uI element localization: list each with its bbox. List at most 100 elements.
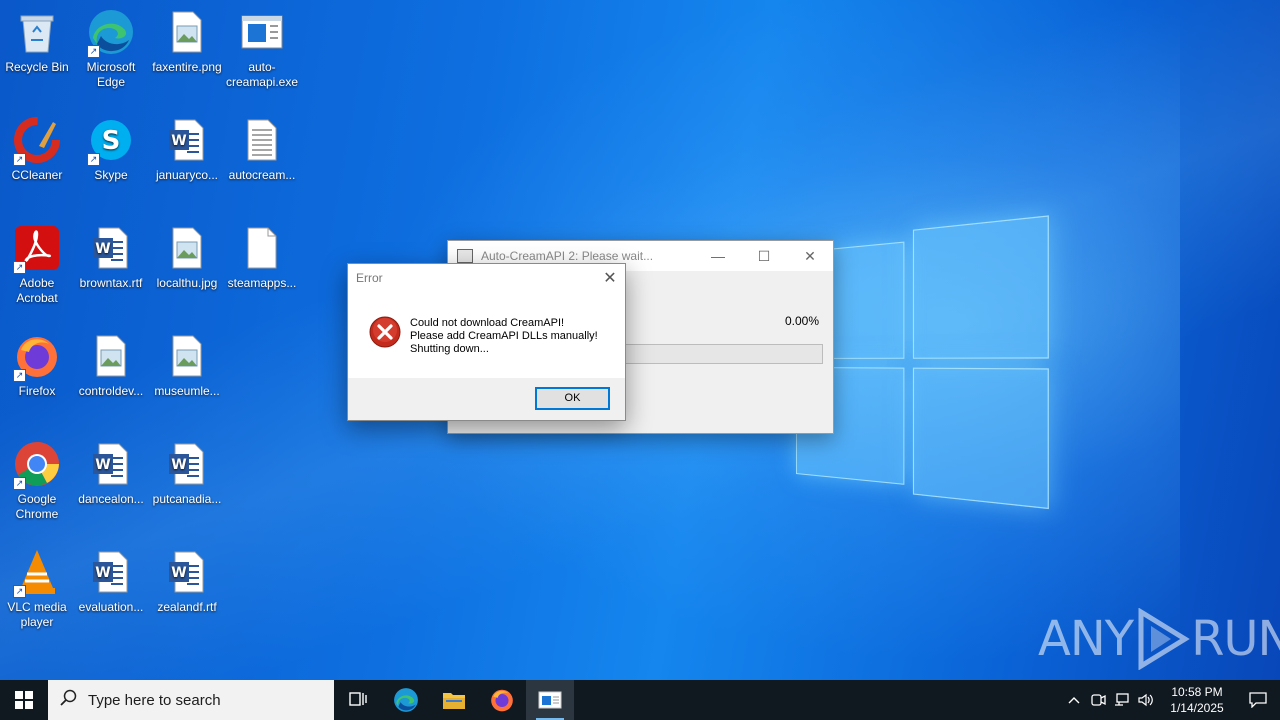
search-placeholder: Type here to search	[88, 692, 221, 709]
desktop-icon-label: dancealon...	[78, 492, 143, 506]
recycle-bin-icon	[13, 8, 61, 56]
progress-bar	[624, 344, 823, 364]
text-file-icon	[238, 116, 286, 164]
desktop-icon-museumle[interactable]: museumle...	[149, 332, 225, 399]
svg-text:W: W	[171, 565, 186, 581]
svg-text:W: W	[95, 457, 110, 473]
desktop-icon-microsoft-edge[interactable]: ↗ Microsoft Edge	[73, 8, 149, 90]
system-tray: 10:58 PM 1/14/2025	[1062, 680, 1280, 720]
taskbar-auto-creamapi[interactable]	[526, 680, 574, 720]
desktop-icon-label: putcanadia...	[153, 492, 222, 506]
app-icon	[457, 249, 473, 263]
meet-now-icon[interactable]	[1086, 680, 1110, 720]
error-dialog-body: Could not download CreamAPI! Please add …	[348, 292, 625, 378]
image-file-icon	[163, 332, 211, 380]
exe-file-icon	[238, 8, 286, 56]
volume-icon[interactable]	[1134, 680, 1158, 720]
folder-icon	[442, 690, 466, 710]
vlc-icon: ↗	[13, 548, 61, 596]
desktop-icon-label: localthu.jpg	[157, 276, 218, 290]
edge-icon: ↗	[87, 8, 135, 56]
desktop-icon-steamapps[interactable]: steamapps...	[224, 224, 300, 291]
taskbar-edge[interactable]	[382, 680, 430, 720]
desktop-icon-putcanadia[interactable]: W putcanadia...	[149, 440, 225, 507]
anyrun-watermark: ANY RUN	[1038, 608, 1280, 670]
close-icon[interactable]: ✕	[595, 268, 625, 288]
taskbar-firefox[interactable]	[478, 680, 526, 720]
desktop-icon-label: auto-creamapi.exe	[226, 60, 298, 89]
ok-button[interactable]: OK	[535, 387, 610, 410]
desktop-icon-dancealon[interactable]: W dancealon...	[73, 440, 149, 507]
svg-text:W: W	[171, 133, 186, 149]
word-doc-icon: W	[163, 440, 211, 488]
desktop-icon-vlc[interactable]: ↗ VLC media player	[0, 548, 75, 630]
image-file-icon	[87, 332, 135, 380]
error-dialog-footer: OK	[348, 378, 625, 420]
skype-icon: S ↗	[87, 116, 135, 164]
error-dialog-titlebar[interactable]: Error ✕	[348, 264, 625, 292]
desktop-icon-localthu[interactable]: localthu.jpg	[149, 224, 225, 291]
desktop-icon-google-chrome[interactable]: ↗ Google Chrome	[0, 440, 75, 522]
svg-text:W: W	[95, 241, 110, 257]
app-window-icon	[538, 691, 562, 709]
ccleaner-icon: ↗	[13, 116, 61, 164]
word-doc-icon: W	[163, 116, 211, 164]
svg-text:W: W	[95, 565, 110, 581]
desktop-icon-label: controldev...	[79, 384, 143, 398]
taskbar: Type here to search 10:58 PM 1/14/2025	[0, 680, 1280, 720]
desktop-icon-label: Adobe Acrobat	[16, 276, 57, 305]
clock-time: 10:58 PM	[1158, 684, 1236, 700]
error-dialog-title: Error	[356, 271, 595, 285]
desktop-icon-label: Recycle Bin	[5, 60, 68, 74]
search-icon	[60, 689, 80, 712]
svg-text:W: W	[171, 457, 186, 473]
windows-start-icon	[15, 691, 33, 709]
task-view-button[interactable]	[334, 680, 382, 720]
error-dialog: Error ✕ Could not download CreamAPI! Ple…	[347, 263, 626, 421]
start-button[interactable]	[0, 680, 48, 720]
image-file-icon	[163, 8, 211, 56]
desktop-icon-label: faxentire.png	[152, 60, 221, 74]
desktop-icon-auto-creamapi-exe[interactable]: auto-creamapi.exe	[224, 8, 300, 90]
taskbar-file-explorer[interactable]	[430, 680, 478, 720]
desktop-icon-label: evaluation...	[79, 600, 144, 614]
desktop-icon-evaluation[interactable]: W evaluation...	[73, 548, 149, 615]
desktop-icon-autocream-txt[interactable]: autocream...	[224, 116, 300, 183]
firefox-icon: ↗	[13, 332, 61, 380]
edge-icon	[393, 687, 419, 713]
word-doc-icon: W	[163, 548, 211, 596]
desktop-icon-faxentire[interactable]: faxentire.png	[149, 8, 225, 75]
desktop-icon-skype[interactable]: S ↗ Skype	[73, 116, 149, 183]
desktop-icon-zealandf[interactable]: W zealandf.rtf	[149, 548, 225, 615]
network-icon[interactable]	[1110, 680, 1134, 720]
desktop-icon-controldev[interactable]: controldev...	[73, 332, 149, 399]
desktop-icon-januaryco[interactable]: W januaryco...	[149, 116, 225, 183]
word-doc-icon: W	[87, 548, 135, 596]
word-doc-icon: W	[87, 224, 135, 272]
maximize-button[interactable]: ☐	[741, 241, 787, 271]
desktop-icon-label: zealandf.rtf	[157, 600, 216, 614]
chrome-icon: ↗	[13, 440, 61, 488]
watermark-text: RUN	[1191, 611, 1280, 667]
word-doc-icon: W	[87, 440, 135, 488]
desktop-icon-ccleaner[interactable]: ↗ CCleaner	[0, 116, 75, 183]
desktop-icon-label: CCleaner	[12, 168, 63, 182]
taskbar-search-box[interactable]: Type here to search	[48, 680, 334, 720]
firefox-icon	[489, 687, 515, 713]
desktop-icon-adobe-acrobat[interactable]: ↗ Adobe Acrobat	[0, 224, 75, 306]
desktop-icon-recycle-bin[interactable]: Recycle Bin	[0, 8, 75, 75]
chevron-up-icon[interactable]	[1062, 680, 1086, 720]
progress-percent: 0.00%	[785, 314, 819, 328]
action-center-button[interactable]	[1236, 680, 1280, 720]
minimize-button[interactable]: —	[695, 241, 741, 271]
watermark-text: ANY	[1038, 611, 1133, 667]
desktop-icon-firefox[interactable]: ↗ Firefox	[0, 332, 75, 399]
close-button[interactable]: ✕	[787, 241, 833, 271]
progress-window-title: Auto-CreamAPI 2: Please wait...	[481, 249, 695, 263]
error-message-line: Please add CreamAPI DLLs manually!	[410, 330, 598, 343]
desktop-icon-label: Google Chrome	[16, 492, 59, 521]
desktop-icon-label: Firefox	[19, 384, 56, 398]
desktop-icon-browntax[interactable]: W browntax.rtf	[73, 224, 149, 291]
taskbar-clock[interactable]: 10:58 PM 1/14/2025	[1158, 684, 1236, 716]
task-view-icon	[348, 691, 368, 709]
